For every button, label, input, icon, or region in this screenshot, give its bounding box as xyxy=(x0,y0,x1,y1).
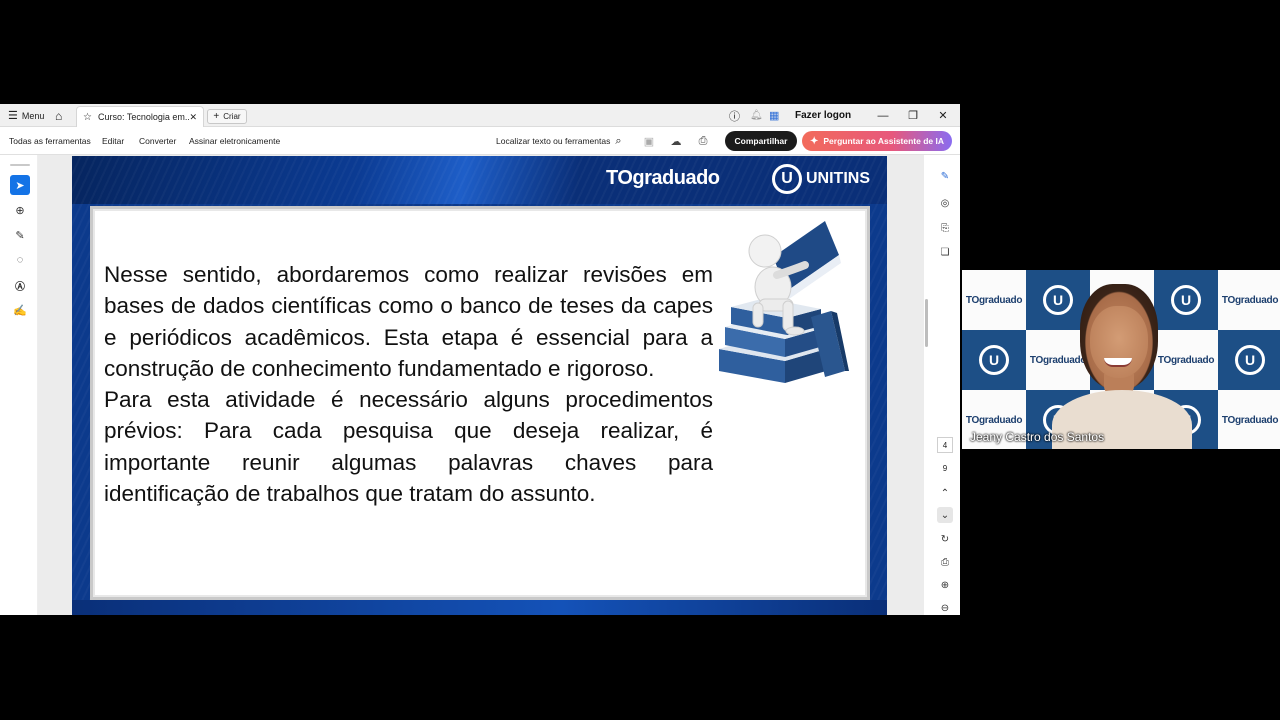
backdrop-cell: TOgraduado xyxy=(1218,270,1280,330)
brand-tograduado-logo: TOgraduado xyxy=(606,167,720,189)
ai-chat-icon: ✦ xyxy=(810,135,819,147)
participant-video-tile[interactable]: TOgraduado U U TOgraduado U TOgraduado T… xyxy=(962,270,1280,449)
ai-assistant-label: Perguntar ao Assistente de IA xyxy=(823,136,944,146)
home-icon[interactable]: ⌂ xyxy=(55,104,62,127)
unitins-emblem-icon: U xyxy=(1235,345,1265,375)
backdrop-cell: U xyxy=(1154,270,1218,330)
comment-zoom-icon[interactable]: ⊕ xyxy=(10,200,30,220)
all-tools-link[interactable]: Todas as ferramentas xyxy=(9,127,91,155)
zoom-out-icon[interactable]: ⊖ xyxy=(937,600,953,616)
brand-unitins-logo: U UNITINS xyxy=(772,164,870,194)
save-icon[interactable]: ▣ xyxy=(641,133,657,149)
current-page-input[interactable]: 4 xyxy=(937,437,953,453)
comments-icon[interactable]: ◎ xyxy=(937,195,953,211)
left-tool-rail: ➤ ⊕ ✎ ◌ Ⓐ ✍ xyxy=(0,155,38,615)
title-bar: ☰ Menu ⌂ ☆ Curso: Tecnologia em... ✕ + C… xyxy=(0,104,960,127)
refresh-icon[interactable]: ↻ xyxy=(937,531,953,547)
backdrop-cell: TOgraduado xyxy=(1218,390,1280,449)
tab-title: Curso: Tecnologia em... xyxy=(97,112,190,122)
find-tools-search[interactable]: Localizar texto ou ferramentas ⌕ xyxy=(496,127,622,155)
participant-name-label: Jeany Castro dos Santos xyxy=(970,430,1105,444)
chevron-down-icon[interactable]: ⌄ xyxy=(937,507,953,523)
new-tab-label: Criar xyxy=(223,112,241,121)
pen-icon[interactable]: ✎ xyxy=(10,225,30,245)
new-tab-button[interactable]: + Criar xyxy=(207,109,247,124)
slide-paragraph-2: Para esta atividade é necessário alguns … xyxy=(104,387,713,507)
menu-label: Menu xyxy=(21,110,45,121)
search-icon: ⌕ xyxy=(615,134,622,147)
close-tab-icon[interactable]: ✕ xyxy=(189,112,197,123)
total-pages-label: 9 xyxy=(942,463,948,473)
share-button[interactable]: Compartilhar xyxy=(725,131,797,151)
help-icon[interactable]: ⓘ xyxy=(729,104,740,127)
main-toolbar: Todas as ferramentas Editar Converter As… xyxy=(0,127,960,155)
slide-footer-band xyxy=(72,600,887,615)
right-panel-rail: ✎ ◎ ⎘ ❏ 4 9 ⌃ ⌄ ↻ ⎙ ⊕ ⊖ xyxy=(930,155,960,615)
search-label: Localizar texto ou ferramentas xyxy=(496,136,611,146)
unitins-emblem-icon: U xyxy=(1171,285,1201,315)
plus-icon: + xyxy=(213,111,220,122)
reading-figure-illustration xyxy=(719,221,849,383)
presenter-face xyxy=(1090,306,1148,378)
rail-grip[interactable] xyxy=(10,164,30,166)
bell-icon[interactable]: 🔔︎ xyxy=(750,104,763,127)
pages-icon[interactable]: ❏ xyxy=(937,244,953,260)
page-fit-icon[interactable]: ⎙ xyxy=(937,554,953,570)
document-tab[interactable]: ☆ Curso: Tecnologia em... ✕ xyxy=(76,106,204,127)
slide-body-text: Nesse sentido, abordaremos como realizar… xyxy=(104,259,713,509)
slide-paragraph-1: Nesse sentido, abordaremos como realizar… xyxy=(104,262,713,381)
pdf-reader-window: ☰ Menu ⌂ ☆ Curso: Tecnologia em... ✕ + C… xyxy=(0,104,960,615)
scrollbar-thumb[interactable] xyxy=(925,299,928,347)
backdrop-cell: U xyxy=(962,330,1026,390)
sign-link[interactable]: Assinar eletronicamente xyxy=(189,127,280,155)
unitins-emblem-icon: U xyxy=(979,345,1009,375)
backdrop-cell: TOgraduado xyxy=(962,270,1026,330)
hamburger-icon: ☰ xyxy=(8,110,18,122)
slide-content-card: Nesse sentido, abordaremos como realizar… xyxy=(90,206,870,600)
backdrop-cell: TOgraduado xyxy=(1154,330,1218,390)
chevron-up-icon[interactable]: ⌃ xyxy=(937,485,953,501)
unitins-emblem-icon: U xyxy=(1043,285,1073,315)
zoom-in-icon[interactable]: ⊕ xyxy=(937,577,953,593)
unitins-wordmark: UNITINS xyxy=(806,170,870,187)
upload-cloud-icon[interactable]: ☁ xyxy=(668,133,684,149)
convert-link[interactable]: Converter xyxy=(139,127,176,155)
apps-grid-icon[interactable]: ▦ xyxy=(769,104,779,127)
menu-button[interactable]: ☰ Menu xyxy=(8,104,44,127)
unitins-emblem-icon: U xyxy=(772,164,802,194)
select-cursor-icon[interactable]: ➤ xyxy=(10,175,30,195)
sign-pen-icon[interactable]: ✍ xyxy=(10,300,30,320)
print-icon[interactable]: ⎙ xyxy=(695,133,711,149)
document-view[interactable]: TOgraduado U UNITINS Nesse sentido, abor… xyxy=(38,155,924,615)
close-window-icon[interactable]: ✕ xyxy=(932,104,954,127)
text-box-icon[interactable]: Ⓐ xyxy=(10,275,30,295)
edit-link[interactable]: Editar xyxy=(102,127,124,155)
ai-summary-icon[interactable]: ✎ xyxy=(937,168,953,184)
restore-icon[interactable]: ❐ xyxy=(902,104,924,127)
presentation-slide: TOgraduado U UNITINS Nesse sentido, abor… xyxy=(72,156,887,615)
backdrop-cell: U xyxy=(1218,330,1280,390)
star-icon[interactable]: ☆ xyxy=(83,112,92,123)
ai-assistant-button[interactable]: ✦ Perguntar ao Assistente de IA xyxy=(802,131,952,151)
bookmark-icon[interactable]: ⎘ xyxy=(937,220,953,236)
sign-in-button[interactable]: Fazer logon xyxy=(795,104,851,127)
lasso-icon[interactable]: ◌ xyxy=(10,250,30,270)
minimize-icon[interactable]: — xyxy=(872,104,894,127)
